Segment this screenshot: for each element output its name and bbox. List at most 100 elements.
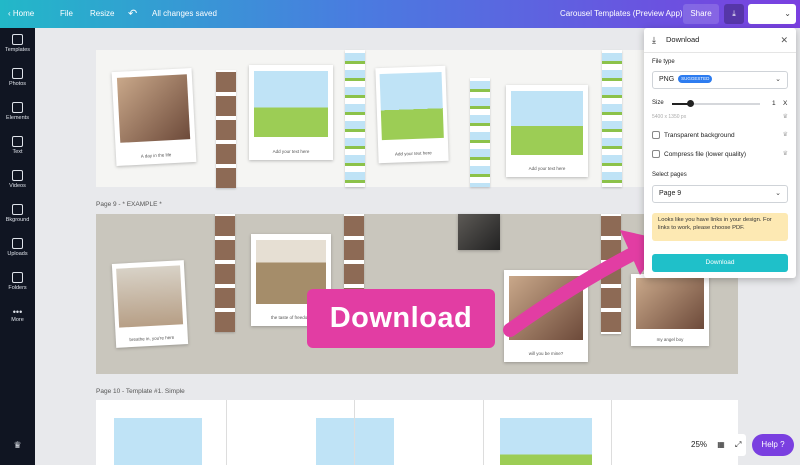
sidebar-item-label: Folders: [8, 285, 27, 291]
file-type-label: File type: [652, 59, 675, 65]
sidebar-item-folders[interactable]: Folders: [0, 272, 35, 291]
photos-icon: [12, 68, 23, 79]
select-pages-dropdown[interactable]: Page 9 ⌄: [652, 185, 788, 203]
suggested-badge: SUGGESTED: [678, 75, 713, 84]
sidebar: Templates Photos Elements Text Videos Bk…: [0, 28, 35, 465]
film-strip: [216, 70, 236, 188]
slide-divider: [611, 400, 612, 465]
sidebar-item-label: More: [11, 317, 24, 323]
photo-print: [458, 214, 500, 250]
sidebar-item-uploads[interactable]: Uploads: [0, 238, 35, 257]
photo-caption: breathe in, you're here: [129, 334, 175, 343]
crown-icon: ♛: [782, 132, 788, 138]
photo-placeholder: [316, 418, 394, 465]
polaroid-frame: Add your text here: [506, 85, 588, 177]
sidebar-item-label: Templates: [4, 47, 31, 53]
help-label: Help: [761, 440, 778, 449]
sidebar-item-background[interactable]: Bkground: [0, 204, 35, 223]
file-type-select[interactable]: PNG SUGGESTED ⌄: [652, 71, 788, 89]
transparent-checkbox[interactable]: [652, 131, 660, 139]
sidebar-item-label: Bkground: [5, 217, 30, 223]
select-pages-label: Select pages: [652, 172, 687, 178]
photo-placeholder: [114, 418, 202, 465]
background-icon: [12, 204, 23, 215]
undo-icon[interactable]: ↶: [128, 0, 137, 28]
crown-icon[interactable]: ♛: [0, 440, 35, 451]
links-notice: Looks like you have links in your design…: [652, 213, 788, 241]
sidebar-item-label: Elements: [6, 115, 29, 121]
photo-placeholder: [510, 90, 584, 155]
zoom-value[interactable]: 25%: [691, 434, 707, 456]
download-overlay-label: Download: [307, 289, 495, 348]
film-strip: [470, 78, 490, 187]
photo-image: [116, 73, 191, 144]
help-button[interactable]: Help ?: [752, 434, 794, 456]
download-icon[interactable]: ⤓: [724, 4, 744, 24]
file-menu[interactable]: File: [60, 0, 73, 28]
page-preview[interactable]: A day in the life Add your text here Add…: [96, 50, 738, 188]
select-pages-value: Page 9: [659, 190, 682, 197]
templates-icon: [12, 34, 23, 45]
grid-view-icon[interactable]: ▦: [717, 434, 725, 456]
share-button[interactable]: Share: [683, 4, 719, 24]
folders-icon: [12, 272, 23, 283]
sidebar-item-more[interactable]: ••• More: [0, 307, 35, 324]
home-button[interactable]: ‹ Home: [8, 0, 34, 28]
dimensions-text: 5400 x 1350 px: [652, 114, 687, 120]
chevron-down-icon: ⌄: [775, 190, 781, 197]
sidebar-item-label: Uploads: [7, 251, 28, 257]
sidebar-item-text[interactable]: Text: [0, 136, 35, 155]
photo-caption: Add your text here: [528, 166, 566, 172]
sidebar-item-templates[interactable]: Templates: [0, 34, 35, 53]
document-title[interactable]: Carousel Templates (Preview App): [560, 0, 683, 28]
photo-caption: A day in the life: [140, 152, 172, 160]
film-strip: [215, 214, 235, 332]
photo-caption: will you be mine?: [528, 351, 564, 357]
sidebar-item-label: Text: [12, 149, 23, 155]
compress-checkbox[interactable]: [652, 150, 660, 158]
uploads-icon: [12, 238, 23, 249]
photo-image: [116, 265, 183, 328]
panel-title: Download: [666, 35, 700, 44]
help-question-icon: ?: [780, 440, 785, 449]
publish-button[interactable]: Publish ⌄: [748, 4, 796, 24]
crown-icon: ♛: [782, 151, 788, 157]
sidebar-item-elements[interactable]: Elements: [0, 102, 35, 121]
sidebar-item-photos[interactable]: Photos: [0, 68, 35, 87]
page-template[interactable]: [96, 400, 738, 465]
fullscreen-icon[interactable]: ⤢: [735, 434, 741, 456]
page-label: Page 10 - Template #1. Simple: [96, 388, 185, 395]
slider-handle[interactable]: [686, 100, 694, 107]
text-icon: [12, 136, 23, 147]
transparent-label: Transparent background: [664, 132, 735, 139]
slide-divider: [483, 400, 484, 465]
crown-icon: ♛: [782, 114, 788, 120]
photo-caption: Add your text here: [272, 149, 310, 155]
size-slider[interactable]: [672, 100, 760, 107]
videos-icon: [12, 170, 23, 181]
size-value[interactable]: 1: [772, 100, 776, 107]
film-strip: [345, 50, 365, 187]
elements-icon: [12, 102, 23, 113]
panel-header: ⤓ Download ✕: [652, 34, 788, 46]
sidebar-item-label: Videos: [9, 183, 26, 189]
file-type-value: PNG: [659, 76, 675, 83]
polaroid-frame: A day in the life: [111, 67, 197, 167]
slide-divider: [354, 400, 355, 465]
divider: [644, 52, 796, 53]
photo-placeholder: [379, 71, 444, 141]
more-icon: •••: [12, 307, 23, 317]
download-button[interactable]: Download: [652, 254, 788, 272]
compress-label: Compress file (lower quality): [664, 151, 746, 158]
download-panel: ⤓ Download ✕ File type PNG SUGGESTED ⌄ Si…: [644, 28, 796, 278]
zoom-control[interactable]: 25% ▦ ⤢: [686, 434, 747, 456]
polaroid-frame: Add your text here: [375, 65, 449, 164]
close-icon[interactable]: ✕: [780, 34, 788, 46]
resize-menu[interactable]: Resize: [90, 0, 114, 28]
size-multiplier: X: [783, 100, 788, 107]
download-icon: ⤓: [652, 35, 656, 45]
chevron-down-icon: ⌄: [784, 9, 791, 18]
sidebar-item-videos[interactable]: Videos: [0, 170, 35, 189]
page-label: Page 9 - * EXAMPLE *: [96, 201, 162, 208]
polaroid-frame: breathe in, you're here: [111, 260, 189, 348]
